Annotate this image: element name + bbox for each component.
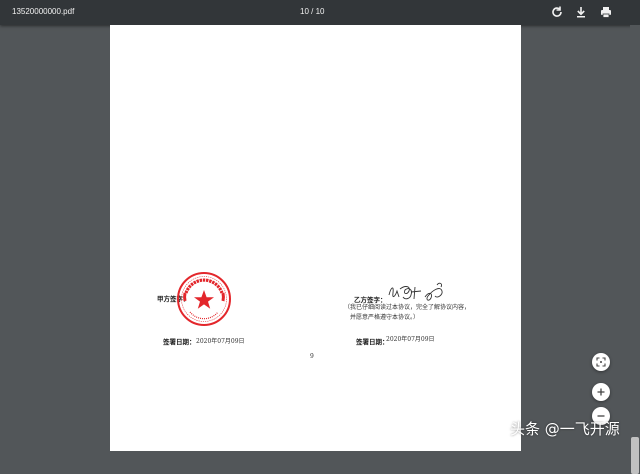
party-b-note-line1: （我已仔细阅读过本协议，完全了解协议内容， [344, 304, 471, 311]
rotate-icon [552, 6, 562, 17]
fit-page-button[interactable] [592, 353, 610, 371]
document-title: 13520000000.pdf [12, 7, 75, 16]
print-button[interactable] [598, 4, 614, 20]
fit-page-icon [596, 357, 606, 367]
party-a-date-label: 签署日期： [163, 338, 196, 346]
download-icon [577, 7, 585, 18]
party-a-date: 2020年07月09日 [196, 338, 245, 345]
zoom-in-button[interactable] [592, 383, 610, 401]
pdf-toolbar: 13520000000.pdf 10 / 10 [0, 0, 640, 25]
print-icon [601, 7, 611, 18]
zoom-in-icon [597, 388, 605, 396]
vertical-scrollbar[interactable] [630, 25, 640, 474]
scrollbar-thumb[interactable] [631, 437, 639, 474]
party-b-note-line2: 并愿意严格遵守本协议。） [350, 314, 420, 321]
watermark-text: 头条 @一飞开源 [510, 420, 620, 438]
rotate-button[interactable] [549, 4, 565, 20]
party-b-date-label: 签署日期： [356, 338, 389, 346]
page-number: 9 [310, 353, 314, 360]
handwritten-signature [388, 282, 443, 301]
download-button[interactable] [573, 4, 589, 20]
company-seal [177, 272, 231, 326]
page-indicator[interactable]: 10 / 10 [300, 7, 324, 16]
pdf-page: 甲方签字： 签署日期： 2020年07月09日 乙方签字： （我已仔细阅读过本协… [110, 25, 521, 451]
party-b-date: 2020年07月09日 [386, 336, 435, 343]
